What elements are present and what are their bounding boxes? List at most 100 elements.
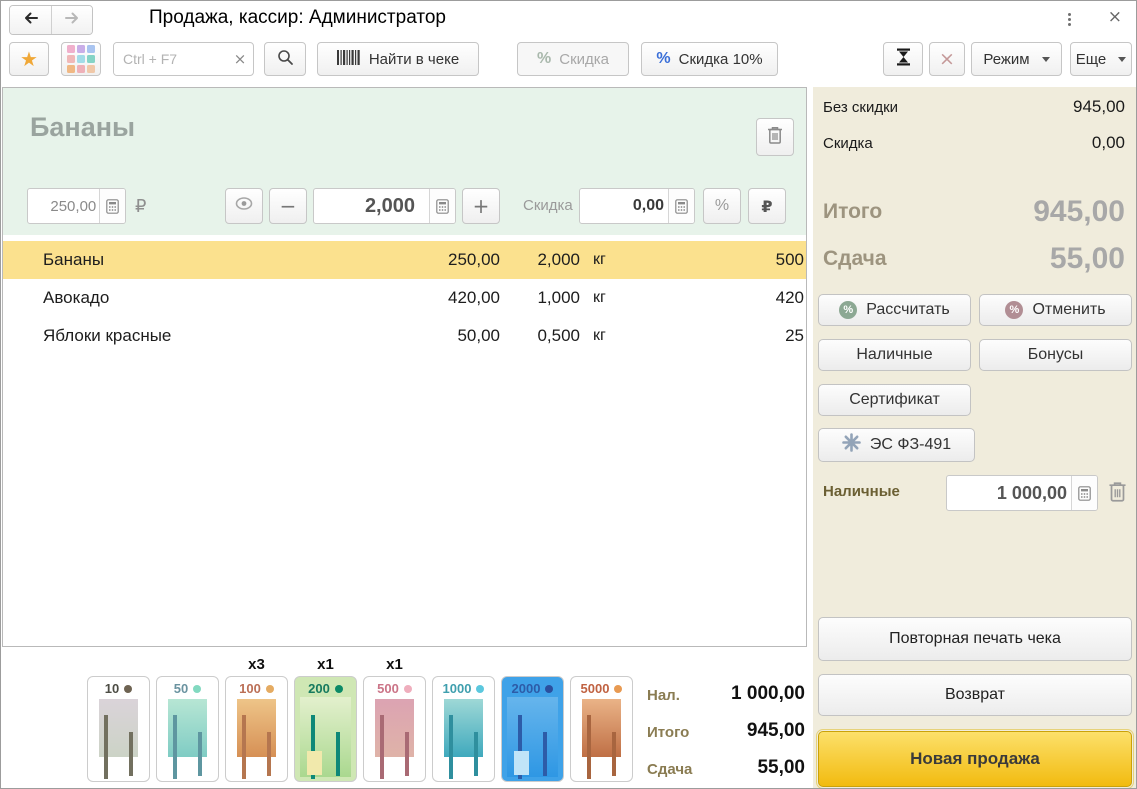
receipt-item-row[interactable]: Яблоки красные50,000,500кг25 (3, 317, 806, 355)
banknote-50-button[interactable]: 50 (156, 676, 219, 782)
certificate-button[interactable]: Сертификат (818, 384, 971, 416)
discount-disabled-label: Скидка (559, 51, 609, 68)
close-icon[interactable]: × (1108, 7, 1122, 27)
banknote-bar (380, 715, 384, 779)
search-button[interactable] (264, 42, 306, 76)
banknote-header: 200 (295, 681, 356, 696)
percent-icon: % (537, 50, 551, 68)
banknote-bar (198, 732, 202, 776)
es-fz-491-button[interactable]: ЭС ФЗ-491 (818, 428, 975, 462)
certificate-label: Сертификат (849, 391, 940, 409)
quantity-input[interactable] (314, 189, 429, 223)
item-unit: кг (580, 289, 636, 307)
banknote-dot-icon (614, 685, 622, 693)
back-button[interactable] (10, 6, 51, 34)
discount-field-label: Скидка (523, 197, 573, 214)
banknote-2000-button[interactable]: 2000 (501, 676, 564, 782)
forward-button[interactable] (51, 6, 92, 34)
item-price: 420,00 (388, 288, 500, 308)
quantity-plus-button[interactable]: + (462, 188, 500, 224)
grid-icon (67, 45, 95, 73)
barcode-icon (337, 50, 361, 69)
banknote-100-button[interactable]: 100 (225, 676, 288, 782)
refund-button[interactable]: Возврат (818, 674, 1132, 716)
cancel-discount-button[interactable]: % Отменить (979, 294, 1132, 326)
delete-row-button[interactable] (756, 118, 794, 156)
banknote-bar (474, 732, 478, 776)
banknote-header: 5000 (571, 681, 632, 696)
banknote-bar (405, 732, 409, 776)
calculator-icon[interactable] (429, 189, 455, 223)
discount-button-disabled[interactable]: % Скидка (517, 42, 629, 76)
banknote-dot-icon (266, 685, 274, 693)
banknote-10-button[interactable]: 10 (87, 676, 150, 782)
banknote-column: 10 (87, 656, 150, 782)
item-qty: 2,000 (500, 250, 580, 270)
banknote-5000-button[interactable]: 5000 (570, 676, 633, 782)
calculator-icon[interactable] (668, 189, 694, 223)
find-in-receipt-button[interactable]: Найти в чеке (317, 42, 479, 76)
discount-input[interactable] (580, 189, 668, 223)
percent-circle-icon: % (839, 301, 857, 319)
postpone-receipt-button[interactable] (883, 42, 923, 76)
percent-circle-icon: % (1005, 301, 1023, 319)
more-dropdown[interactable]: Еще (1070, 42, 1132, 76)
cash-payment-button[interactable]: Наличные (818, 339, 971, 371)
quantity-minus-button[interactable]: − (269, 188, 307, 224)
banknote-column: x1200 (294, 656, 357, 782)
calculator-icon[interactable] (1071, 476, 1097, 510)
catalog-grid-button[interactable] (61, 42, 101, 76)
es-fz-491-label: ЭС ФЗ-491 (870, 436, 951, 454)
receipt-item-row[interactable]: Авокадо420,001,000кг420 (3, 279, 806, 317)
change-value: 55,00 (645, 757, 805, 779)
clear-cash-button[interactable] (1103, 479, 1131, 509)
banknote-count-label: x1 (386, 656, 403, 676)
price-input[interactable] (28, 189, 99, 223)
banknote-accent (514, 751, 529, 775)
banknote-bar (336, 732, 340, 776)
banknote-header: 50 (157, 681, 218, 696)
favorites-button[interactable]: ★ (9, 42, 49, 76)
banknote-bar (129, 732, 133, 776)
banknote-count-label: x1 (317, 656, 334, 676)
discount-field-box (579, 188, 695, 224)
cancel-receipt-button[interactable]: × (929, 42, 965, 76)
new-sale-label: Новая продажа (910, 749, 1040, 769)
new-sale-button[interactable]: Новая продажа (818, 731, 1132, 787)
mode-dropdown[interactable]: Режим (971, 42, 1062, 76)
clear-search-icon[interactable]: × (227, 43, 253, 75)
banknote-header: 500 (364, 681, 425, 696)
search-icon (276, 48, 294, 70)
quantity-field-box (313, 188, 456, 224)
discount-summary-value: 0,00 (1092, 133, 1125, 153)
bonuses-button[interactable]: Бонусы (979, 339, 1132, 371)
star-icon: ★ (20, 49, 38, 69)
calculator-icon[interactable] (99, 189, 125, 223)
banknote-header: 10 (88, 681, 149, 696)
receipt-item-row[interactable]: Бананы250,002,000кг500 (3, 241, 806, 279)
banknote-500-button[interactable]: 500 (363, 676, 426, 782)
banknote-1000-button[interactable]: 1000 (432, 676, 495, 782)
calculate-button[interactable]: % Рассчитать (818, 294, 971, 326)
banknote-column: x3100 (225, 656, 288, 782)
banknote-accent (307, 751, 322, 775)
banknote-bar (587, 715, 591, 779)
banknote-200-button[interactable]: 200 (294, 676, 357, 782)
banknote-column: 2000 (501, 656, 564, 782)
discount-ruble-button[interactable]: ₽ (748, 188, 786, 224)
banknote-value: 500 (377, 681, 399, 696)
discount-percent-button[interactable]: % (703, 188, 741, 224)
discount-10-button[interactable]: % Скидка 10% (641, 42, 778, 76)
search-input[interactable] (114, 43, 227, 75)
kebab-menu-icon[interactable] (1060, 10, 1078, 28)
reprint-receipt-button[interactable]: Повторная печать чека (818, 617, 1132, 661)
banknote-value: 1000 (443, 681, 472, 696)
view-product-button[interactable] (225, 188, 263, 224)
banknote-value: 200 (308, 681, 330, 696)
arrow-right-icon (64, 10, 80, 31)
nav-group (9, 5, 93, 35)
cash-amount-input[interactable] (947, 476, 1071, 510)
toolbar: ★ × Найти в чеке % Скидка (1, 38, 1136, 86)
banknote-dot-icon (193, 685, 201, 693)
change-summary-value: 55,00 (1050, 242, 1125, 276)
